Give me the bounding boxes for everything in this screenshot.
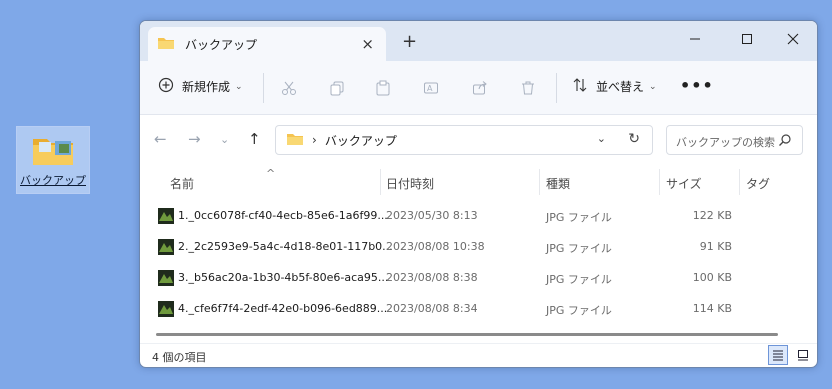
column-divider (380, 169, 381, 195)
folder-image-icon (31, 133, 75, 170)
new-button[interactable]: 新規作成 ⌄ (158, 77, 243, 96)
file-date: 2023/08/08 8:34 (386, 302, 478, 315)
file-name: 3._b56ac20a-1b30-4b5f-80e6-aca95... (178, 271, 389, 284)
large-icons-view-icon[interactable] (793, 345, 813, 365)
column-date[interactable]: 日付時刻 (386, 175, 434, 192)
image-file-icon (158, 270, 174, 286)
chevron-down-icon[interactable]: ⌄ (597, 132, 606, 145)
search-icon (778, 133, 792, 150)
file-type: JPG ファイル (546, 304, 612, 317)
maximize-button[interactable] (724, 25, 770, 53)
toolbar-divider (556, 73, 557, 103)
file-date: 2023/08/08 10:38 (386, 240, 485, 253)
chevron-down-icon: ⌄ (649, 81, 657, 92)
image-file-icon (158, 239, 174, 255)
breadcrumb-separator: › (312, 133, 317, 147)
file-size: 100 KB (692, 271, 732, 284)
delete-icon[interactable] (517, 77, 539, 99)
file-type: JPG ファイル (546, 211, 612, 224)
refresh-icon[interactable]: ↻ (628, 131, 640, 147)
chevron-down-icon: ⌄ (235, 81, 243, 92)
file-size: 114 KB (692, 302, 732, 315)
tab-label: バックアップ (185, 37, 258, 52)
item-count: 4 個の項目 (152, 351, 207, 364)
title-bar: バックアップ × + (140, 21, 817, 61)
column-divider (659, 169, 660, 195)
more-options-button[interactable]: ••• (680, 76, 714, 95)
minimize-button[interactable] (672, 25, 718, 53)
plus-circle-icon (158, 77, 174, 96)
folder-icon (286, 132, 304, 149)
up-arrow-icon[interactable]: ↑ (248, 130, 261, 148)
file-type: JPG ファイル (546, 242, 612, 255)
column-size[interactable]: サイズ (666, 175, 702, 192)
sort-button[interactable]: 並べ替え ⌄ (572, 77, 657, 96)
column-tag[interactable]: タグ (746, 175, 770, 192)
file-size: 91 KB (699, 240, 732, 253)
forward-arrow-icon[interactable]: → (188, 130, 201, 148)
sort-arrows-icon (572, 77, 588, 96)
file-row[interactable]: 2._2c2593e9-5a4c-4d18-8e01-117b0... 2023… (140, 232, 817, 263)
folder-icon (157, 36, 175, 53)
file-name: 1._0cc6078f-cf40-4ecb-85e6-1a6f99... (178, 209, 388, 222)
file-size: 122 KB (692, 209, 732, 222)
tab-backup[interactable]: バックアップ × (148, 27, 386, 61)
cut-icon[interactable] (278, 77, 300, 99)
desktop-folder-label: バックアップ (20, 174, 86, 187)
file-date: 2023/05/30 8:13 (386, 209, 478, 222)
search-placeholder: バックアップの検索 (676, 136, 775, 149)
search-box[interactable]: バックアップの検索 (666, 125, 803, 155)
column-divider (739, 169, 740, 195)
image-file-icon (158, 208, 174, 224)
details-view-icon[interactable] (768, 345, 788, 365)
recent-locations-icon[interactable]: ⌄ (220, 133, 229, 146)
svg-text:A: A (427, 84, 433, 93)
column-name[interactable]: 名前 (170, 175, 194, 192)
address-bar[interactable]: › バックアップ ⌄ ↻ (275, 125, 653, 155)
column-divider (539, 169, 540, 195)
back-arrow-icon[interactable]: ← (154, 130, 167, 148)
desktop-folder-icon[interactable]: バックアップ (16, 126, 90, 194)
new-tab-button[interactable]: + (402, 31, 417, 52)
file-name: 2._2c2593e9-5a4c-4d18-8e01-117b0... (178, 240, 393, 253)
toolbar-divider (263, 73, 264, 103)
file-row[interactable]: 4._cfe6f7f4-2edf-42e0-b096-6ed889... 202… (140, 294, 817, 325)
column-type[interactable]: 種類 (546, 175, 570, 192)
image-file-icon (158, 301, 174, 317)
file-type: JPG ファイル (546, 273, 612, 286)
close-window-button[interactable] (770, 25, 816, 53)
breadcrumb-item[interactable]: バックアップ (325, 132, 397, 149)
file-row[interactable]: 1._0cc6078f-cf40-4ecb-85e6-1a6f99... 202… (140, 201, 817, 232)
sort-ascending-icon: ^ (266, 167, 276, 180)
horizontal-scrollbar[interactable] (156, 333, 778, 336)
paste-icon[interactable] (372, 77, 394, 99)
file-row[interactable]: 3._b56ac20a-1b30-4b5f-80e6-aca95... 2023… (140, 263, 817, 294)
navigation-bar: ← → ⌄ ↑ › バックアップ ⌄ ↻ バックアップの検索 (140, 115, 817, 163)
rename-icon[interactable]: A (420, 77, 442, 99)
file-explorer-window: バックアップ × + 新規作成 ⌄ A 並べ替え ⌄ ••• ← → ⌄ ↑ ›… (139, 20, 818, 368)
file-date: 2023/08/08 8:38 (386, 271, 478, 284)
copy-icon[interactable] (326, 77, 348, 99)
file-list: 1._0cc6078f-cf40-4ecb-85e6-1a6f99... 202… (140, 201, 817, 325)
column-header: ^ 名前 日付時刻 種類 サイズ タグ (140, 167, 817, 195)
command-bar: 新規作成 ⌄ A 並べ替え ⌄ ••• (140, 61, 817, 115)
share-icon[interactable] (469, 77, 491, 99)
status-bar: 4 個の項目 (140, 343, 817, 367)
new-button-label: 新規作成 (182, 80, 231, 94)
tab-close-icon[interactable]: × (361, 35, 374, 53)
sort-button-label: 並べ替え (596, 80, 645, 94)
file-name: 4._cfe6f7f4-2edf-42e0-b096-6ed889... (178, 302, 388, 315)
